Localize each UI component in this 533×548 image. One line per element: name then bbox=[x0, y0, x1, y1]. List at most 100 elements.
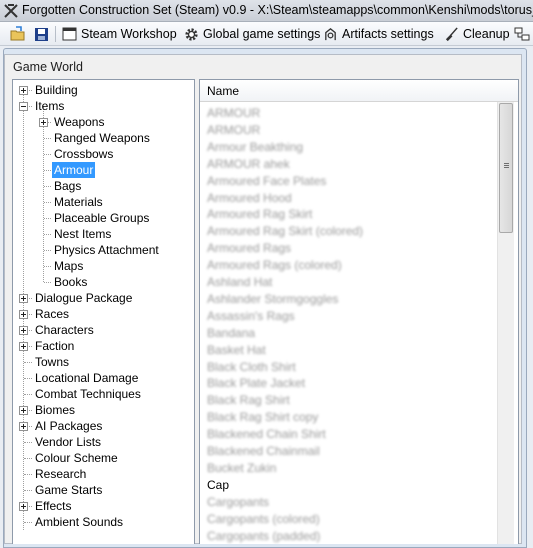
toolbar: Steam Workshop Global game settings Arti… bbox=[0, 22, 533, 46]
list-item[interactable]: Cap bbox=[207, 477, 229, 493]
cleanup-label: Cleanup bbox=[463, 27, 510, 41]
steam-workshop-button[interactable]: Steam Workshop bbox=[62, 24, 177, 44]
artifacts-settings-label: Artifacts settings bbox=[342, 27, 434, 41]
list-item[interactable]: Basket Hat bbox=[207, 342, 266, 358]
tree-node[interactable]: Combat Techniques bbox=[35, 386, 141, 402]
tree-connector bbox=[24, 490, 32, 491]
tree-node[interactable]: Faction bbox=[35, 338, 74, 354]
tree-node[interactable]: Effects bbox=[35, 498, 71, 514]
tree-node[interactable]: Placeable Groups bbox=[54, 210, 149, 226]
tree-node[interactable]: Characters bbox=[35, 322, 94, 338]
tree-node[interactable]: Research bbox=[35, 466, 86, 482]
tree-node[interactable]: Items bbox=[35, 98, 64, 114]
collapse-toggle[interactable] bbox=[19, 102, 28, 111]
list-item[interactable]: Black Rag Shirt copy bbox=[207, 409, 318, 425]
thumb-grip bbox=[504, 165, 509, 166]
expand-toggle[interactable] bbox=[19, 294, 28, 303]
tree-node[interactable]: Locational Damage bbox=[35, 370, 138, 386]
tool-button[interactable] bbox=[514, 24, 530, 44]
list-header[interactable]: Name bbox=[200, 80, 518, 102]
scrollbar-thumb[interactable] bbox=[499, 103, 513, 233]
list-item[interactable]: Black Cloth Shirt bbox=[207, 359, 296, 375]
expand-toggle[interactable] bbox=[19, 502, 28, 511]
list-item[interactable]: Armoured Hood bbox=[207, 190, 292, 206]
list-item[interactable]: Armoured Rags (colored) bbox=[207, 257, 342, 273]
list-item[interactable]: Armoured Rag Skirt (colored) bbox=[207, 223, 363, 239]
list-item[interactable]: ARMOUR bbox=[207, 122, 260, 138]
list-item[interactable]: Armour Beakthing bbox=[207, 139, 303, 155]
save-button[interactable] bbox=[34, 24, 49, 44]
tree-node[interactable]: Biomes bbox=[35, 402, 75, 418]
list-item[interactable]: Armoured Face Plates bbox=[207, 173, 326, 189]
list-item[interactable]: Blackened Chain Shirt bbox=[207, 426, 326, 442]
artifacts-icon bbox=[325, 27, 336, 40]
list-item[interactable]: Ashlander Stormgoggles bbox=[207, 291, 338, 307]
list-item[interactable]: Armoured Rag Skirt bbox=[207, 206, 312, 222]
list-item[interactable]: Black Plate Jacket bbox=[207, 375, 305, 391]
gear-icon bbox=[185, 27, 198, 41]
tree-node[interactable]: Weapons bbox=[54, 114, 104, 130]
global-settings-button[interactable]: Global game settings bbox=[184, 24, 320, 44]
tree-connector bbox=[44, 154, 51, 155]
tree-connector bbox=[24, 442, 32, 443]
vertical-scrollbar[interactable] bbox=[497, 102, 514, 544]
tree-node[interactable]: Books bbox=[54, 274, 87, 290]
tree-node[interactable]: Colour Scheme bbox=[35, 450, 118, 466]
name-column-header[interactable]: Name bbox=[207, 84, 239, 98]
open-button[interactable] bbox=[10, 24, 26, 44]
list-item[interactable]: Bandana bbox=[207, 325, 255, 341]
window-icon bbox=[62, 27, 77, 41]
tree-node[interactable]: Maps bbox=[54, 258, 83, 274]
tree-node[interactable]: AI Packages bbox=[35, 418, 102, 434]
list-item[interactable]: ARMOUR bbox=[207, 105, 260, 121]
tree-connector bbox=[24, 394, 32, 395]
tree-node[interactable]: Armour bbox=[52, 162, 96, 178]
list-item[interactable]: Ashland Hat bbox=[207, 274, 272, 290]
open-folder-icon bbox=[10, 26, 25, 41]
list-item[interactable]: Blackened Chainmail bbox=[207, 443, 320, 459]
expand-toggle[interactable] bbox=[19, 406, 28, 415]
list-item[interactable]: Bucket Zukin bbox=[207, 460, 276, 476]
tree-node[interactable]: Towns bbox=[35, 354, 69, 370]
list-item[interactable]: Cargopants (colored) bbox=[207, 511, 320, 527]
game-world-title: Game World bbox=[13, 60, 83, 74]
tree-node[interactable]: Bags bbox=[54, 178, 81, 194]
app-icon bbox=[4, 4, 18, 18]
list-item[interactable]: Cargopants (padded) bbox=[207, 528, 320, 544]
list-item[interactable]: Armoured Rags bbox=[207, 240, 291, 256]
list-item[interactable]: Black Rag Shirt bbox=[207, 392, 290, 408]
list-item[interactable]: ARMOUR ahek bbox=[207, 156, 290, 172]
expand-toggle[interactable] bbox=[19, 342, 28, 351]
tree-connector bbox=[44, 234, 51, 235]
tree-node[interactable]: Physics Attachment bbox=[54, 242, 159, 258]
tree-connector bbox=[24, 378, 32, 379]
item-list[interactable]: Name ARMOUR ARMOUR Armour Beakthing ARMOUR … bbox=[199, 79, 519, 544]
list-item[interactable]: Assassin's Rags bbox=[207, 308, 295, 324]
artifacts-settings-button[interactable]: Artifacts settings bbox=[323, 24, 434, 44]
tree-node[interactable]: Races bbox=[35, 306, 69, 322]
toolbar-separator bbox=[55, 26, 56, 42]
expand-toggle[interactable] bbox=[39, 118, 48, 127]
tree-node[interactable]: Ranged Weapons bbox=[54, 130, 150, 146]
global-settings-label: Global game settings bbox=[203, 27, 321, 41]
tree-connector bbox=[44, 170, 51, 171]
tree-node[interactable]: Game Starts bbox=[35, 482, 102, 498]
tree-node[interactable]: Dialogue Package bbox=[35, 290, 132, 306]
tree-node[interactable]: Nest Items bbox=[54, 226, 111, 242]
category-tree[interactable]: Building Items Weapons Ranged Weapons Crossb… bbox=[12, 79, 195, 544]
cleanup-button[interactable]: Cleanup bbox=[444, 24, 510, 44]
tree-connector bbox=[24, 474, 32, 475]
tree-node[interactable]: Ambient Sounds bbox=[35, 514, 123, 530]
expand-toggle[interactable] bbox=[19, 86, 28, 95]
tree-node[interactable]: Materials bbox=[54, 194, 103, 210]
expand-toggle[interactable] bbox=[19, 326, 28, 335]
tree-guide-line bbox=[43, 106, 44, 282]
tree-node[interactable]: Crossbows bbox=[54, 146, 113, 162]
expand-toggle[interactable] bbox=[19, 422, 28, 431]
list-item[interactable]: Cargopants bbox=[207, 494, 269, 510]
thumb-grip bbox=[504, 163, 509, 164]
expand-toggle[interactable] bbox=[19, 310, 28, 319]
window-title: Forgotten Construction Set (Steam) v0.9 … bbox=[22, 3, 533, 17]
tree-node[interactable]: Building bbox=[35, 82, 78, 98]
tree-node[interactable]: Vendor Lists bbox=[35, 434, 101, 450]
